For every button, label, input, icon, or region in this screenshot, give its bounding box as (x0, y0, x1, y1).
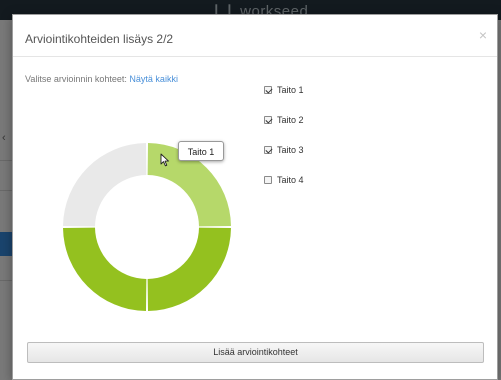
skill-label: Taito 4 (277, 175, 304, 185)
donut-chart-svg (63, 143, 231, 311)
modal-header: Arviointikohteiden lisäys 2/2 × (13, 15, 497, 57)
chart-tooltip: Taito 1 (178, 141, 224, 161)
instruction-label: Valitse arvioinnin kohteet: (25, 74, 127, 84)
mouse-pointer-icon (160, 153, 169, 167)
skill-checkbox-row[interactable]: Taito 3 (264, 143, 304, 157)
add-assessment-targets-modal: Arviointikohteiden lisäys 2/2 × Valitse … (12, 14, 498, 380)
instruction-text: Valitse arvioinnin kohteet: Näytä kaikki (25, 74, 178, 84)
add-assessment-targets-button[interactable]: Lisää arviointikohteet (27, 342, 484, 363)
close-icon[interactable]: × (479, 28, 487, 42)
checkbox-checked-icon[interactable] (264, 146, 272, 154)
donut-slice-taito-4[interactable] (63, 143, 147, 227)
skill-checkbox-row[interactable]: Taito 4 (264, 173, 304, 187)
donut-chart (62, 142, 232, 312)
checkbox-unchecked-icon[interactable] (264, 176, 272, 184)
modal-title: Arviointikohteiden lisäys 2/2 (25, 32, 174, 46)
checkbox-checked-icon[interactable] (264, 116, 272, 124)
skill-label: Taito 1 (277, 85, 304, 95)
skill-label: Taito 2 (277, 115, 304, 125)
skill-checkbox-row[interactable]: Taito 1 (264, 83, 304, 97)
checkbox-checked-icon[interactable] (264, 86, 272, 94)
show-all-link[interactable]: Näytä kaikki (129, 74, 178, 84)
skill-label: Taito 3 (277, 145, 304, 155)
donut-slice-taito-3[interactable] (63, 227, 147, 311)
skill-checkbox-row[interactable]: Taito 2 (264, 113, 304, 127)
donut-slice-taito-2[interactable] (147, 227, 231, 311)
